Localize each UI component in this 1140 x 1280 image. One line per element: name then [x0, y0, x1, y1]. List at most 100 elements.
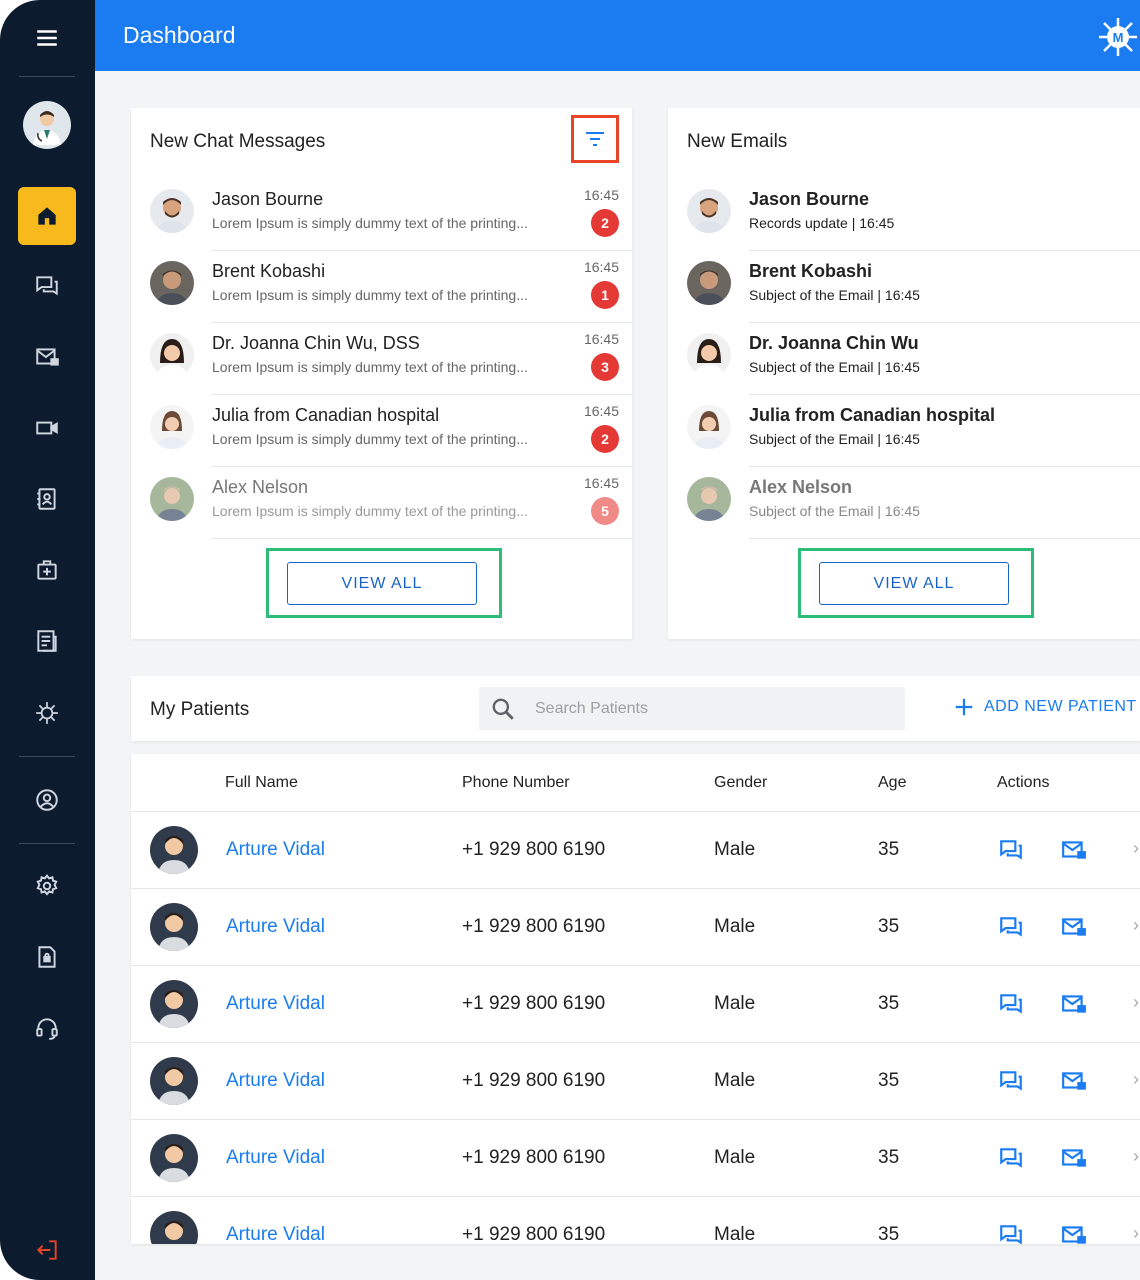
sender-name: Dr. Joanna Chin Wu — [749, 333, 919, 353]
patient-age: 35 — [878, 1070, 900, 1091]
patient-gender: Male — [714, 1147, 756, 1168]
table-row[interactable]: Arture Vidal +1 929 800 6190 Male 35 › — [131, 888, 1140, 965]
email-subject: Records update | 16:45 — [749, 215, 895, 231]
table-row[interactable]: Arture Vidal +1 929 800 6190 Male 35 › — [131, 965, 1140, 1042]
email-subject: Subject of the Email | 16:45 — [749, 287, 920, 303]
chat-action-icon[interactable] — [998, 837, 1024, 863]
sidebar-divider — [19, 76, 75, 77]
column-header-full-name[interactable]: Full Name — [225, 774, 298, 792]
settings-icon[interactable] — [18, 857, 76, 915]
patient-phone: +1 929 800 6190 — [462, 1224, 606, 1244]
filter-button[interactable] — [571, 115, 619, 163]
chat-action-icon[interactable] — [998, 1222, 1024, 1244]
patient-avatar — [150, 980, 198, 1028]
chat-item[interactable]: Dr. Joanna Chin Wu, DSS Lorem Ipsum is s… — [131, 323, 633, 395]
chat-action-icon[interactable] — [998, 1068, 1024, 1094]
email-action-icon[interactable] — [1061, 837, 1087, 863]
avatar — [687, 477, 731, 521]
chat-item[interactable]: Julia from Canadian hospital Lorem Ipsum… — [131, 395, 633, 467]
view-all-chats-button[interactable]: VIEW ALL — [287, 562, 477, 605]
menu-icon[interactable] — [18, 9, 76, 67]
column-header-gender[interactable]: Gender — [714, 774, 767, 792]
avatar — [150, 189, 194, 233]
headset-icon[interactable] — [18, 999, 76, 1057]
table-row[interactable]: Arture Vidal +1 929 800 6190 Male 35 › — [131, 811, 1140, 888]
patient-gender: Male — [714, 993, 756, 1014]
sender-name: Julia from Canadian hospital — [749, 405, 996, 425]
patient-age: 35 — [878, 916, 900, 937]
chat-action-icon[interactable] — [998, 991, 1024, 1017]
email-action-icon[interactable] — [1061, 1222, 1087, 1244]
patient-phone: +1 929 800 6190 — [462, 1070, 606, 1091]
email-item[interactable]: Brent Kobashi Subject of the Email | 16:… — [668, 251, 1140, 323]
chat-item[interactable]: Brent Kobashi Lorem Ipsum is simply dumm… — [131, 251, 633, 323]
sidebar — [0, 0, 95, 1280]
patient-name-link[interactable]: Arture Vidal — [226, 839, 325, 861]
chat-action-icon[interactable] — [998, 914, 1024, 940]
column-header-phone[interactable]: Phone Number — [462, 774, 570, 792]
email-item[interactable]: Julia from Canadian hospital Subject of … — [668, 395, 1140, 467]
view-all-emails-button[interactable]: VIEW ALL — [819, 562, 1009, 605]
video-icon[interactable] — [18, 399, 76, 457]
patients-table: Full Name Phone Number Gender Age Action… — [131, 754, 1140, 1244]
logout-icon[interactable] — [18, 1221, 76, 1279]
message-preview: Lorem Ipsum is simply dummy text of the … — [212, 287, 528, 303]
section-title: My Patients — [150, 699, 250, 720]
table-row[interactable]: Arture Vidal +1 929 800 6190 Male 35 › — [131, 1042, 1140, 1119]
patient-age: 35 — [878, 839, 900, 860]
table-row[interactable]: Arture Vidal +1 929 800 6190 Male 35 › — [131, 1119, 1140, 1196]
patient-name-link[interactable]: Arture Vidal — [226, 1224, 325, 1244]
view-all-highlight: VIEW ALL — [798, 548, 1034, 618]
search-box — [479, 687, 905, 730]
sender-name: Brent Kobashi — [212, 261, 326, 281]
patient-name-link[interactable]: Arture Vidal — [226, 993, 325, 1015]
email-item[interactable]: Jason Bourne Records update | 16:45 › — [668, 179, 1140, 251]
avatar — [150, 405, 194, 449]
chevron-right-icon[interactable]: › — [1133, 1069, 1139, 1090]
sender-name: Alex Nelson — [212, 477, 309, 497]
unread-badge: 1 — [591, 281, 619, 309]
column-header-age[interactable]: Age — [878, 774, 906, 792]
chat-item[interactable]: Alex Nelson Lorem Ipsum is simply dummy … — [131, 467, 633, 539]
search-input[interactable] — [535, 687, 895, 730]
avatar — [687, 405, 731, 449]
contacts-icon[interactable] — [18, 470, 76, 528]
secure-file-icon[interactable] — [18, 928, 76, 986]
table-row[interactable]: Arture Vidal +1 929 800 6190 Male 35 › — [131, 1196, 1140, 1244]
email-item[interactable]: Dr. Joanna Chin Wu Subject of the Email … — [668, 323, 1140, 395]
email-item[interactable]: Alex Nelson Subject of the Email | 16:45… — [668, 467, 1140, 539]
patient-age: 35 — [878, 1224, 900, 1244]
virus-icon[interactable] — [18, 684, 76, 742]
email-action-icon[interactable] — [1061, 1145, 1087, 1171]
message-preview: Lorem Ipsum is simply dummy text of the … — [212, 431, 528, 447]
patient-name-link[interactable]: Arture Vidal — [226, 916, 325, 938]
chevron-right-icon[interactable]: › — [1133, 838, 1139, 859]
chat-icon[interactable] — [18, 257, 76, 315]
patient-avatar — [150, 1057, 198, 1105]
patient-gender: Male — [714, 1224, 756, 1244]
chevron-right-icon[interactable]: › — [1133, 1223, 1139, 1244]
patient-age: 35 — [878, 993, 900, 1014]
email-icon[interactable] — [18, 328, 76, 386]
chevron-right-icon[interactable]: › — [1133, 1146, 1139, 1167]
patient-name-link[interactable]: Arture Vidal — [226, 1070, 325, 1092]
home-icon[interactable] — [18, 187, 76, 245]
chat-action-icon[interactable] — [998, 1145, 1024, 1171]
email-action-icon[interactable] — [1061, 1068, 1087, 1094]
email-action-icon[interactable] — [1061, 991, 1087, 1017]
card-title: New Chat Messages — [150, 131, 326, 152]
chevron-right-icon[interactable]: › — [1133, 915, 1139, 936]
message-time: 16:45 — [583, 259, 619, 275]
document-icon[interactable] — [18, 612, 76, 670]
patient-phone: +1 929 800 6190 — [462, 916, 606, 937]
add-new-patient-button[interactable]: ADD NEW PATIENT — [953, 696, 1137, 718]
chevron-right-icon[interactable]: › — [1133, 992, 1139, 1013]
patient-name-link[interactable]: Arture Vidal — [226, 1147, 325, 1169]
column-header-actions: Actions — [997, 774, 1050, 791]
medical-kit-icon[interactable] — [18, 541, 76, 599]
chat-item[interactable]: Jason Bourne Lorem Ipsum is simply dummy… — [131, 179, 633, 251]
avatar[interactable] — [18, 96, 76, 154]
sidebar-divider — [19, 843, 75, 844]
profile-icon[interactable] — [18, 771, 76, 829]
email-action-icon[interactable] — [1061, 914, 1087, 940]
